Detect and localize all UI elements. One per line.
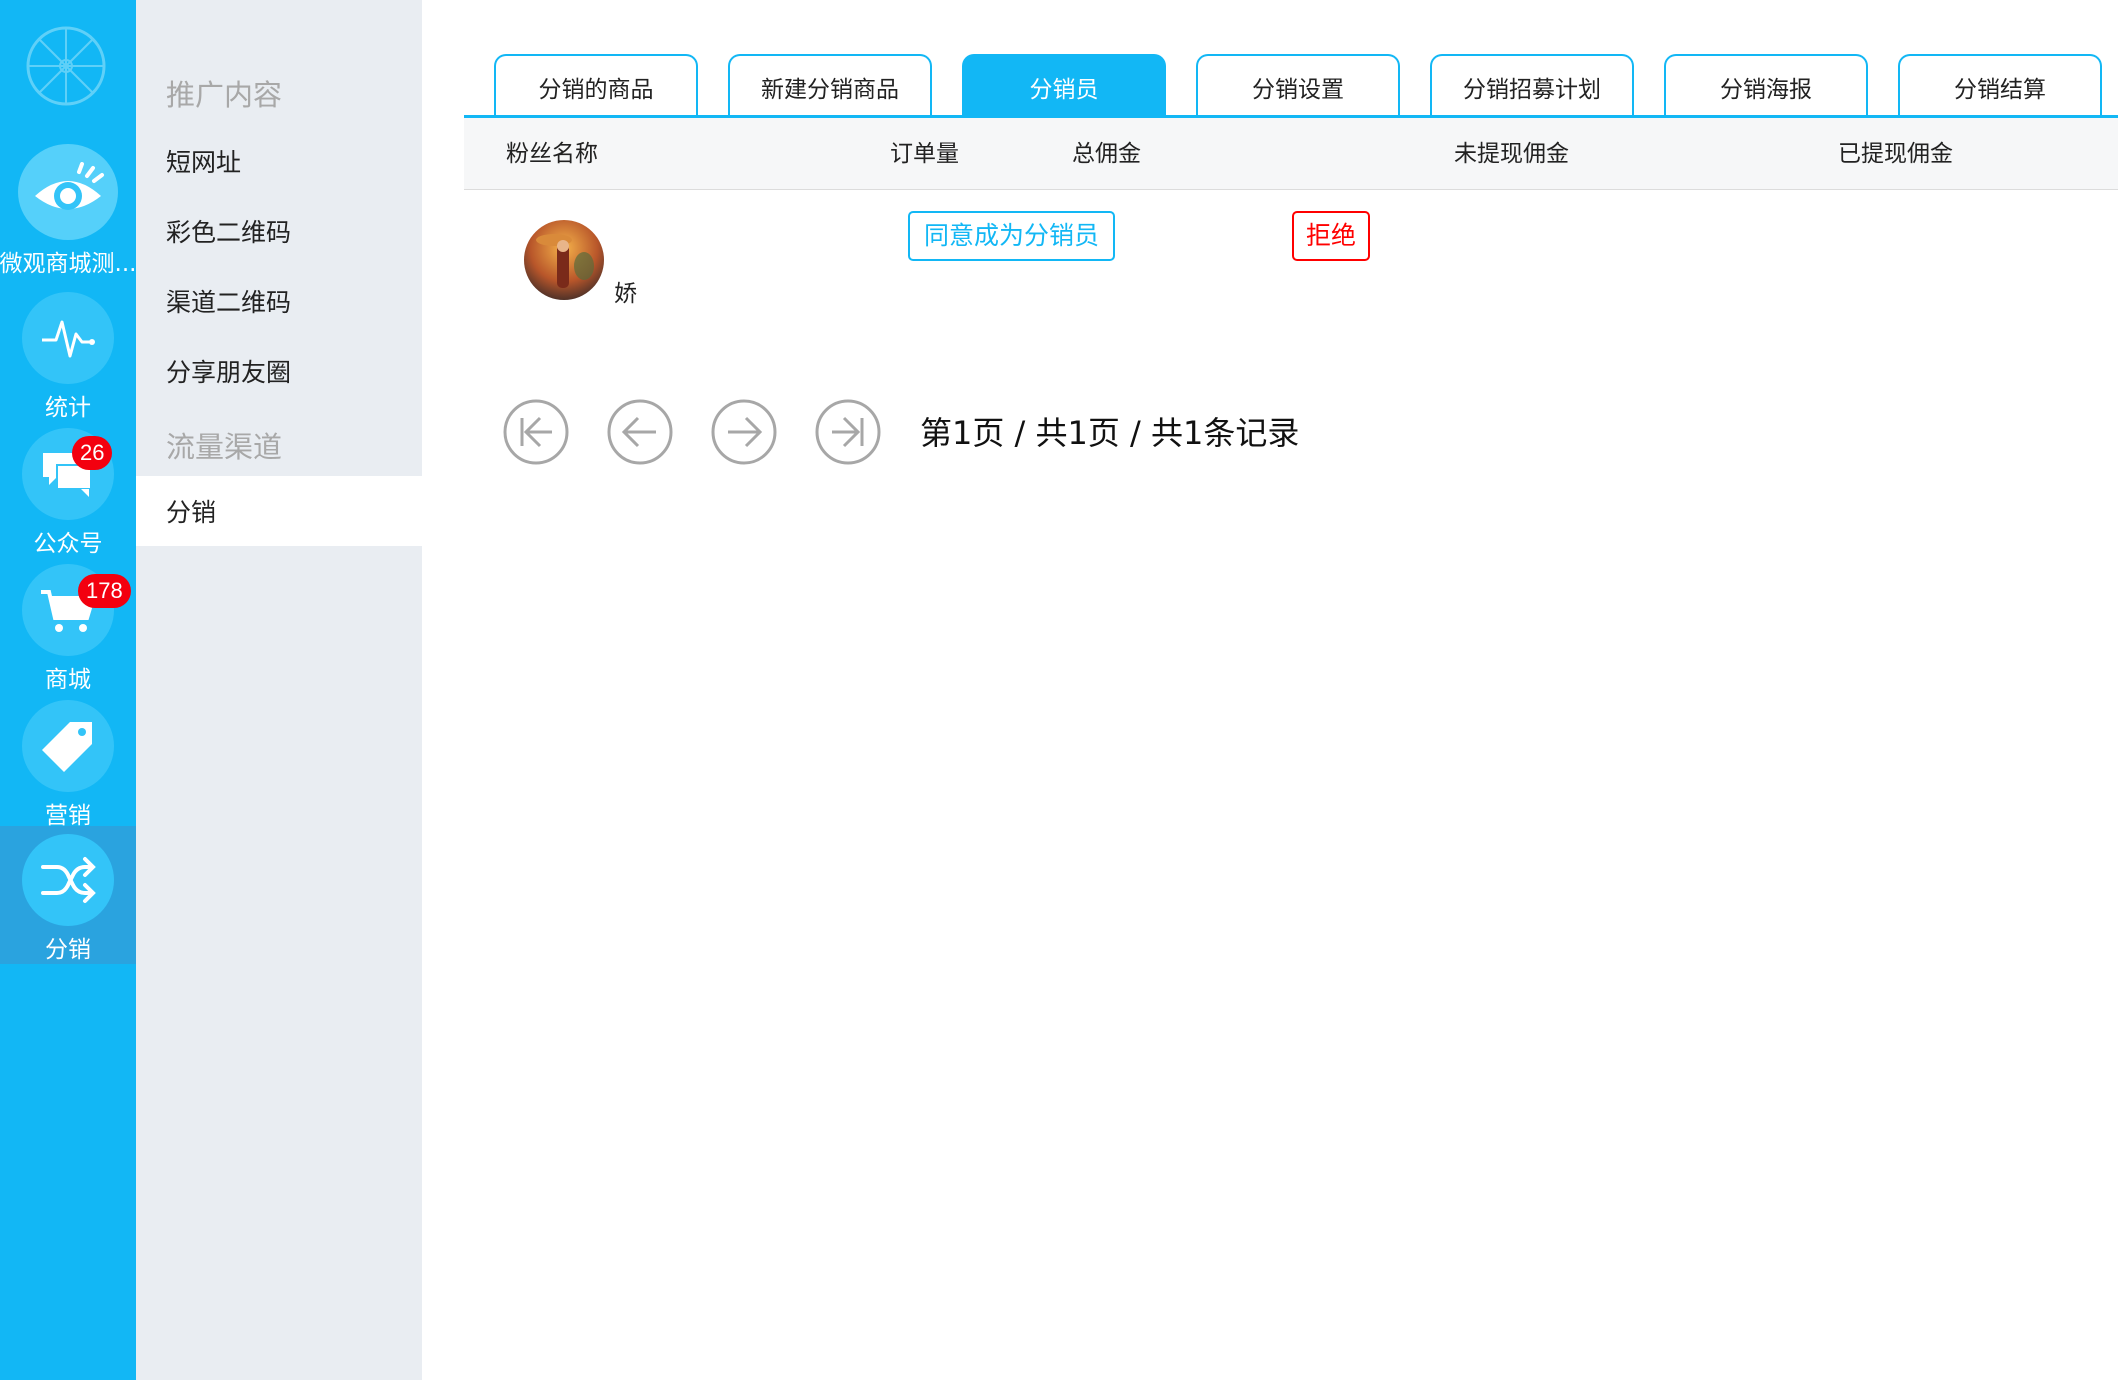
avatar: [524, 220, 604, 300]
tab-distribution-settlement[interactable]: 分销结算: [1898, 54, 2102, 117]
rail-label: 营销: [45, 803, 91, 829]
table-header: 粉丝名称 订单量 总佣金 未提现佣金 已提现佣金: [464, 118, 2118, 190]
section-header-promo: 推广内容: [166, 78, 283, 112]
fan-name: 娇: [614, 281, 637, 307]
col-fan-name: 粉丝名称: [506, 141, 598, 167]
tab-distributors[interactable]: 分销员: [962, 54, 1166, 117]
col-unwithdrawn-commission: 未提现佣金: [1454, 141, 1569, 167]
subnav-item-distribution[interactable]: 分销: [136, 476, 422, 546]
rail-label: 微观商城测...: [0, 251, 137, 277]
eye-icon: [18, 144, 118, 240]
rail-label: 统计: [45, 395, 91, 421]
app-logo-icon: [26, 26, 106, 106]
first-page-icon[interactable]: [502, 398, 570, 466]
chat-icon: 26: [22, 428, 114, 520]
secondary-nav: 推广内容 短网址 彩色二维码 渠道二维码 分享朋友圈 流量渠道 分销: [136, 0, 422, 1380]
main-content: 分销的商品 新建分销商品 分销员 分销设置 分销招募计划 分销海报 分销结算 粉…: [422, 0, 2118, 1380]
rail-label: 公众号: [33, 531, 103, 557]
rail-item-mall[interactable]: 178 商城: [0, 556, 136, 694]
rail-item-distribution[interactable]: 分销: [0, 826, 136, 964]
reject-button[interactable]: 拒绝: [1292, 211, 1371, 261]
rail-item-marketing[interactable]: 营销: [0, 692, 136, 830]
prev-page-icon[interactable]: [606, 398, 674, 466]
app-rail: 微观商城测... 统计 26 公众号 178 商城 营销 分销: [0, 0, 136, 1380]
rail-item-stats[interactable]: 统计: [0, 284, 136, 422]
pagination-info: 第1页 / 共1页 / 共1条记录: [920, 414, 1300, 452]
shuffle-icon: [22, 834, 114, 926]
subnav-item-short-url[interactable]: 短网址: [136, 126, 422, 196]
subnav-item-channel-qrcode[interactable]: 渠道二维码: [136, 266, 422, 336]
cart-icon: 178: [22, 564, 131, 656]
order-badge: 178: [78, 574, 131, 608]
tab-new-distribution-product[interactable]: 新建分销商品: [728, 54, 932, 117]
pulse-icon: [22, 292, 114, 384]
section-header-traffic: 流量渠道: [166, 430, 283, 464]
rail-label: 分销: [45, 937, 91, 963]
rail-label: 商城: [45, 667, 91, 693]
tab-distribution-poster[interactable]: 分销海报: [1664, 54, 1868, 117]
rail-item-store-home[interactable]: 微观商城测...: [0, 140, 136, 278]
last-page-icon[interactable]: [814, 398, 882, 466]
rail-item-official-account[interactable]: 26 公众号: [0, 420, 136, 558]
unread-badge: 26: [72, 436, 113, 470]
subnav-item-color-qrcode[interactable]: 彩色二维码: [136, 196, 422, 266]
col-order-count: 订单量: [890, 141, 959, 167]
approve-distributor-button[interactable]: 同意成为分销员: [908, 211, 1116, 261]
subnav-item-share-moments[interactable]: 分享朋友圈: [136, 336, 422, 406]
tab-distribution-settings[interactable]: 分销设置: [1196, 54, 1400, 117]
next-page-icon[interactable]: [710, 398, 778, 466]
col-total-commission: 总佣金: [1072, 141, 1141, 167]
tab-distributed-products[interactable]: 分销的商品: [494, 54, 698, 117]
col-withdrawn-commission: 已提现佣金: [1838, 141, 1953, 167]
tag-icon: [22, 700, 114, 792]
tab-recruit-plan[interactable]: 分销招募计划: [1430, 54, 1634, 117]
